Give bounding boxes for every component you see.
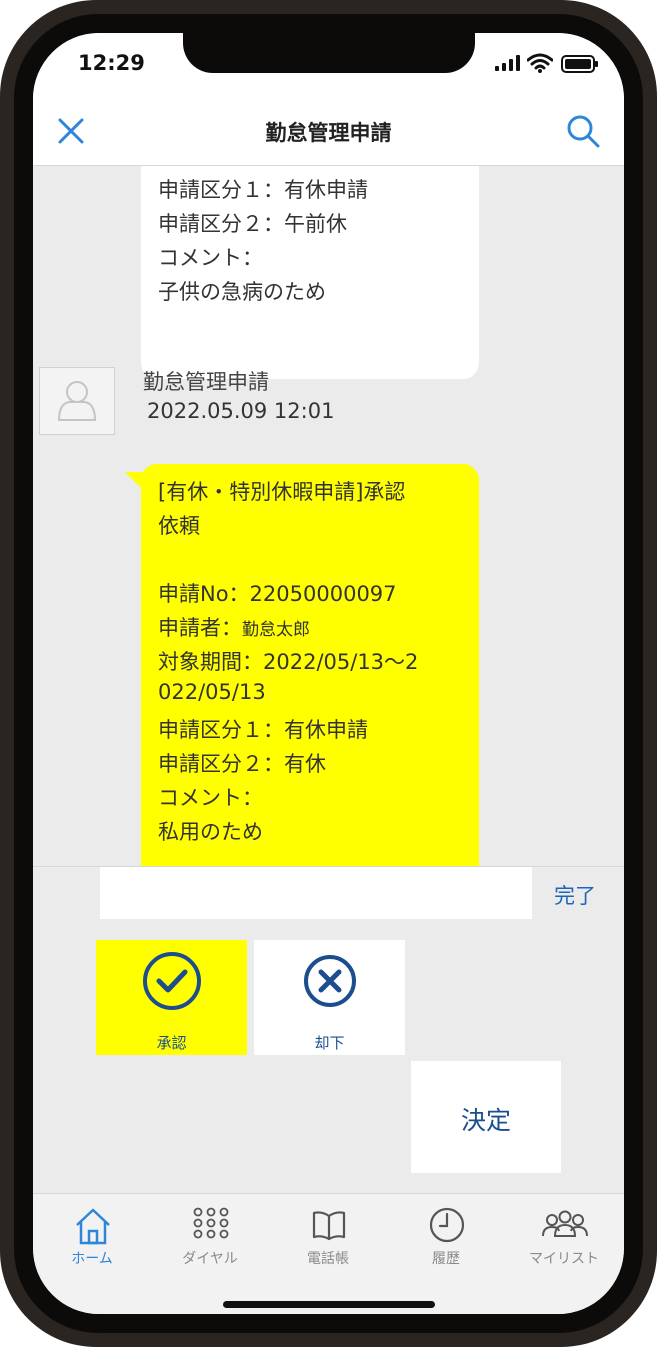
book-icon (312, 1211, 346, 1241)
period-line: 022/05/13 (158, 680, 266, 704)
message-timestamp: 2022.05.09 12:01 (147, 399, 335, 423)
status-time: 12:29 (78, 51, 145, 75)
comment-label: コメント： (158, 786, 263, 810)
message-line: 申請区分１：有休申請 (158, 178, 368, 202)
message-line: 依頼 (158, 514, 200, 538)
wifi-icon (527, 53, 553, 73)
battery-icon (561, 55, 598, 73)
tab-phonebook[interactable]: 電話帳 (269, 1194, 387, 1274)
tab-label: ダイヤル (182, 1251, 238, 1267)
group-icon (542, 1210, 588, 1237)
period-line: 対象期間：2022/05/13～2 (158, 650, 419, 674)
message-line: コメント： (158, 246, 263, 270)
message-input[interactable] (100, 867, 532, 922)
done-button[interactable]: 完了 (554, 880, 596, 910)
applicant-name: 勤怠太郎 (242, 620, 310, 640)
dialpad-icon (193, 1207, 229, 1239)
message-bubble-latest: [有休・特別休暇申請]承認 依頼 申請No：22050000097 申請者：勤怠… (141, 464, 479, 866)
tab-label: 履歴 (432, 1251, 460, 1267)
category-line: 申請区分１：有休申請 (158, 718, 368, 742)
tab-mylist[interactable]: マイリスト (505, 1194, 623, 1274)
chat-area[interactable]: 申請区分１：有休申請 申請区分２：午前休 コメント： 子供の急病のため 勤怠管理… (33, 166, 624, 866)
message-line: 申請区分２：午前休 (158, 212, 347, 236)
message-bubble-previous: 申請区分１：有休申請 申請区分２：午前休 コメント： 子供の急病のため (141, 166, 479, 379)
comment-text: 私用のため (158, 820, 263, 844)
check-circle-icon (143, 952, 201, 1010)
applicant-line: 申請者：勤怠太郎 (158, 612, 310, 642)
request-number: 申請No：22050000097 (158, 582, 397, 606)
home-icon (76, 1208, 110, 1245)
input-bar: 完了 (33, 866, 624, 922)
decide-button[interactable]: 決定 (411, 1061, 561, 1173)
reject-label: 却下 (314, 1034, 345, 1052)
tab-history[interactable]: 履歴 (387, 1194, 505, 1274)
category-line: 申請区分２：有休 (158, 752, 326, 776)
reject-button[interactable]: 却下 (254, 940, 405, 1055)
notch (183, 33, 475, 73)
avatar[interactable] (39, 367, 115, 435)
nav-bar: 勤怠管理申請 (33, 97, 624, 166)
tab-label: ホーム (71, 1251, 113, 1267)
approval-panel: 承認 却下 決定 (33, 919, 624, 1193)
tab-bar: ホーム ダイヤル 電話帳 履歴 マイリスト (33, 1193, 624, 1314)
approve-label: 承認 (156, 1034, 187, 1052)
message-line: 子供の急病のため (158, 280, 326, 304)
user-icon (57, 381, 97, 421)
sender-name: 勤怠管理申請 (143, 370, 269, 394)
search-icon[interactable] (565, 113, 601, 149)
tab-home[interactable]: ホーム (33, 1194, 151, 1274)
approve-button[interactable]: 承認 (96, 940, 247, 1055)
message-line: [有休・特別休暇申請]承認 (158, 480, 406, 504)
close-circle-icon (304, 955, 356, 1007)
home-indicator (223, 1301, 435, 1308)
signal-icon (495, 55, 520, 71)
screen: 12:29 勤怠管理申請 申請区分１：有休申請 申請区分２：午前休 コメント： … (33, 33, 624, 1314)
page-title: 勤怠管理申請 (265, 121, 392, 145)
clock-icon (429, 1207, 465, 1243)
decide-label: 決定 (460, 1106, 511, 1135)
applicant-label: 申請者： (158, 616, 242, 640)
tab-label: 電話帳 (307, 1251, 349, 1267)
tab-dial[interactable]: ダイヤル (151, 1194, 269, 1274)
tab-label: マイリスト (529, 1251, 599, 1267)
